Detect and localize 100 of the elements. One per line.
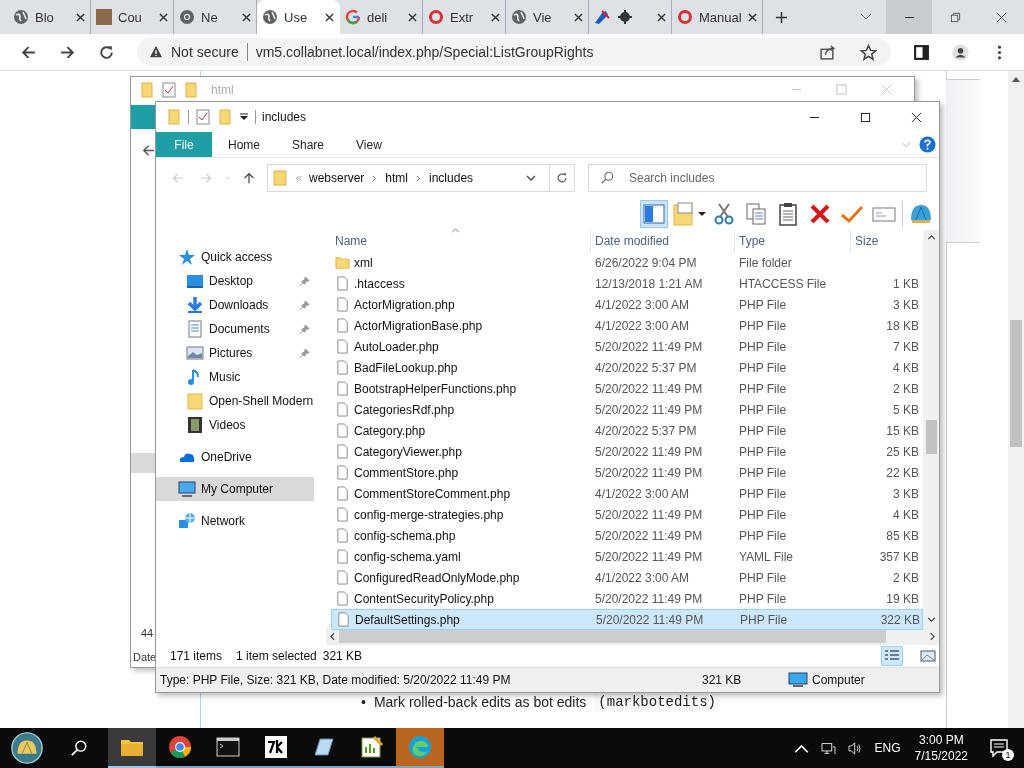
notification-button[interactable]: 1 bbox=[982, 728, 1016, 768]
file-row[interactable]: AutoLoader.php 5/20/2022 11:49 PM PHP File 7 KB bbox=[331, 336, 923, 357]
nav-item[interactable]: OneDrive bbox=[156, 445, 314, 469]
address-field[interactable]: webserver html includes bbox=[267, 164, 575, 192]
column-header[interactable]: Name bbox=[331, 230, 591, 252]
nav-item[interactable]: Desktop bbox=[156, 269, 314, 293]
scroll-up-icon[interactable] bbox=[926, 235, 936, 240]
notepad-icon[interactable] bbox=[312, 735, 336, 759]
chevron-right-icon[interactable] bbox=[415, 174, 423, 182]
archive-icon[interactable] bbox=[264, 735, 288, 759]
close-icon[interactable] bbox=[747, 12, 757, 22]
nav-item[interactable]: Music bbox=[156, 365, 314, 389]
properties-icon[interactable] bbox=[161, 81, 177, 98]
search-field[interactable]: Search includes bbox=[588, 164, 927, 192]
chevron-right-icon[interactable] bbox=[371, 174, 379, 182]
file-row[interactable]: BadFileLookup.php 4/20/2022 5:37 PM PHP File 4 KB bbox=[331, 357, 923, 378]
help-icon[interactable] bbox=[919, 136, 936, 153]
list-scrollbar[interactable] bbox=[923, 230, 939, 627]
close-icon[interactable] bbox=[242, 12, 251, 22]
breadcrumb-item[interactable]: html bbox=[385, 171, 409, 185]
close-icon[interactable] bbox=[657, 12, 666, 22]
file-row[interactable]: Category.php 4/20/2022 5:37 PM PHP File 15 KB bbox=[331, 420, 923, 441]
column-header[interactable]: Type bbox=[735, 230, 851, 252]
address-bar[interactable]: Not secure vm5.collabnet.local/index.php/Special:ListGroupRights bbox=[137, 38, 891, 66]
pin-icon[interactable] bbox=[299, 323, 310, 335]
clock[interactable]: 3:00 PM 7/15/2022 bbox=[914, 732, 968, 764]
network-icon[interactable] bbox=[820, 741, 836, 755]
sidebar-icon[interactable] bbox=[913, 43, 930, 61]
properties-icon[interactable] bbox=[195, 109, 211, 125]
restore-icon[interactable] bbox=[949, 11, 961, 23]
file-row[interactable]: CommentStoreComment.php 4/1/2022 3:00 AM PHP File 3 KB bbox=[331, 483, 923, 504]
ribbon-tab[interactable]: View bbox=[340, 132, 398, 157]
nav-item[interactable]: Documents bbox=[156, 317, 314, 341]
file-row[interactable]: DefaultSettings.php 5/20/2022 11:49 PM PHP File 322 KB bbox=[331, 609, 923, 630]
file-row[interactable]: xml 6/26/2022 9:04 PM File folder bbox=[331, 252, 923, 273]
close-icon[interactable] bbox=[159, 12, 168, 22]
share-icon[interactable] bbox=[819, 43, 836, 61]
scroll-right-icon[interactable] bbox=[930, 631, 935, 641]
nav-item[interactable]: Downloads bbox=[156, 293, 314, 317]
ribbon-tab[interactable]: Home bbox=[212, 132, 276, 157]
search-icon[interactable] bbox=[70, 739, 88, 757]
column-header[interactable]: Size bbox=[851, 230, 923, 252]
file-row[interactable]: config-merge-strategies.php 5/20/2022 11:49 PM PHP File 4 KB bbox=[331, 504, 923, 525]
profile-icon[interactable] bbox=[952, 43, 969, 61]
pin-icon[interactable] bbox=[299, 275, 310, 287]
pin-icon[interactable] bbox=[299, 299, 310, 311]
breadcrumb-item[interactable]: includes bbox=[429, 171, 474, 185]
chrome-icon[interactable] bbox=[168, 735, 192, 759]
scroll-up-icon[interactable] bbox=[1012, 77, 1020, 82]
maximize-icon[interactable] bbox=[860, 111, 871, 123]
column-header[interactable]: Date modified bbox=[591, 230, 735, 252]
taskbar-app[interactable] bbox=[108, 728, 156, 768]
volume-icon[interactable] bbox=[847, 741, 863, 755]
nav-item[interactable]: Quick access bbox=[156, 245, 314, 269]
new-tab-icon[interactable] bbox=[774, 10, 788, 24]
file-row[interactable]: CommentStore.php 5/20/2022 11:49 PM PHP File 22 KB bbox=[331, 462, 923, 483]
nav-item[interactable]: Network bbox=[156, 509, 314, 533]
file-row[interactable]: ContentSecurityPolicy.php 5/20/2022 11:49 PM PHP File 19 KB bbox=[331, 588, 923, 609]
file-row[interactable]: config-schema.php 5/20/2022 11:49 PM PHP File 85 KB bbox=[331, 525, 923, 546]
file-date: 4/1/2022 3:00 AM bbox=[594, 318, 691, 333]
browser-tab[interactable]: Use bbox=[257, 0, 340, 34]
nav-item[interactable]: Open-Shell Modern bbox=[156, 389, 314, 413]
file-row[interactable]: CategoriesRdf.php 5/20/2022 11:49 PM PHP File 5 KB bbox=[331, 399, 923, 420]
close-icon[interactable] bbox=[408, 12, 417, 22]
file-row[interactable]: ActorMigration.php 4/1/2022 3:00 AM PHP File 3 KB bbox=[331, 294, 923, 315]
ribbon-tab[interactable]: Share bbox=[276, 132, 341, 157]
scrollbar-thumb[interactable] bbox=[925, 420, 937, 454]
nav-item[interactable]: Videos bbox=[156, 413, 314, 437]
file-row[interactable]: ActorMigrationBase.php 4/1/2022 3:00 AM PHP File 18 KB bbox=[331, 315, 923, 336]
close-icon[interactable] bbox=[911, 111, 922, 123]
scroll-down-icon[interactable] bbox=[926, 617, 936, 622]
star-icon[interactable] bbox=[860, 43, 877, 61]
chevron-down-icon[interactable] bbox=[526, 175, 536, 181]
file-row[interactable]: ConfiguredReadOnlyMode.php 4/1/2022 3:00 AM PHP File 2 KB bbox=[331, 567, 923, 588]
nav-item[interactable]: My Computer bbox=[156, 477, 314, 501]
close-icon[interactable] bbox=[574, 12, 583, 22]
back-arrow-icon[interactable] bbox=[141, 143, 156, 158]
up-arrow-icon[interactable] bbox=[242, 171, 256, 185]
pin-icon[interactable] bbox=[299, 347, 310, 359]
overflow-icon[interactable] bbox=[295, 174, 302, 182]
breadcrumb-item[interactable]: webserver bbox=[309, 171, 365, 185]
reload-icon[interactable] bbox=[98, 43, 115, 61]
nav-item[interactable]: Pictures bbox=[156, 341, 314, 365]
close-icon[interactable] bbox=[76, 12, 85, 22]
start-button[interactable] bbox=[10, 731, 44, 765]
close-icon[interactable] bbox=[325, 12, 334, 22]
refresh-icon[interactable] bbox=[555, 171, 569, 185]
editor-icon[interactable] bbox=[360, 735, 384, 759]
language-indicator[interactable]: ENG bbox=[874, 741, 901, 755]
scroll-left-icon[interactable] bbox=[330, 631, 335, 641]
message-icon[interactable] bbox=[989, 738, 1009, 758]
file-row[interactable]: .htaccess 12/13/2018 1:21 AM HTACCESS File 1 KB bbox=[331, 273, 923, 294]
close-icon[interactable] bbox=[491, 12, 500, 22]
dropdown-icon[interactable] bbox=[239, 112, 249, 122]
file-row[interactable]: config-schema.yaml 5/20/2022 11:49 PM YAML File 357 KB bbox=[331, 546, 923, 567]
terminal-icon[interactable] bbox=[216, 735, 240, 759]
page-scrollbar[interactable] bbox=[1008, 71, 1024, 728]
scrollbar-thumb[interactable] bbox=[1010, 320, 1022, 447]
file-row[interactable]: CategoryViewer.php 5/20/2022 11:49 PM PHP File 25 KB bbox=[331, 441, 923, 462]
file-row[interactable]: BootstrapHelperFunctions.php 5/20/2022 11:49 PM PHP File 2 KB bbox=[331, 378, 923, 399]
